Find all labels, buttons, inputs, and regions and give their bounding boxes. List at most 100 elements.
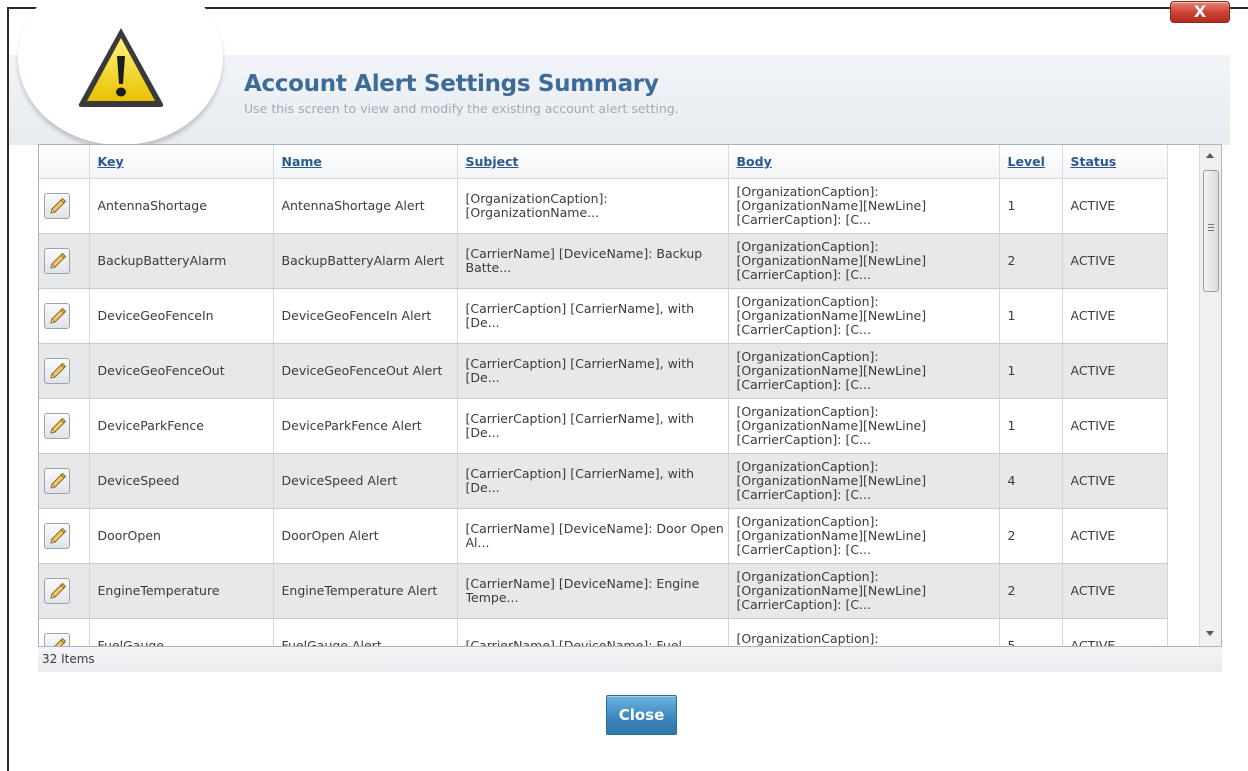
table-row[interactable]: DeviceGeoFenceOut DeviceGeoFenceOut Alert… [39, 343, 1168, 399]
edit-row-button[interactable] [44, 247, 70, 274]
edit-row-button[interactable] [44, 302, 70, 329]
cell-subject: [CarrierName] [DeviceName]: Backup Batte… [457, 233, 729, 289]
column-header-body[interactable]: Body [728, 145, 1000, 179]
table-row[interactable]: BackupBatteryAlarm BackupBatteryAlarm Ale… [39, 233, 1168, 289]
edit-cell [39, 453, 90, 509]
pencil-edit-icon [53, 637, 67, 646]
column-header-key[interactable]: Key [89, 145, 274, 179]
column-header-edit [39, 145, 90, 179]
cell-status: ACTIVE [1062, 233, 1168, 289]
cell-level: 5 [999, 618, 1063, 646]
key-text: BackupBatteryAlarm [97, 253, 227, 268]
edit-row-button[interactable] [44, 467, 70, 494]
level-text: 1 [1007, 418, 1016, 433]
cell-level: 2 [999, 508, 1063, 564]
body-text: [OrganizationCaption]: [OrganizationName… [736, 349, 927, 392]
status-text: ACTIVE [1070, 528, 1116, 543]
edit-row-button[interactable] [44, 577, 70, 604]
column-header-subject[interactable]: Subject [457, 145, 729, 179]
column-header-name[interactable]: Name [273, 145, 458, 179]
cell-key: DeviceSpeed [89, 453, 274, 509]
cell-name: DeviceSpeed Alert [273, 453, 458, 509]
status-text: ACTIVE [1070, 638, 1116, 647]
close-x-button[interactable]: X [1170, 1, 1230, 23]
table-row[interactable]: FuelGauge FuelGauge Alert [CarrierName] [D… [39, 618, 1168, 647]
cell-body: [OrganizationCaption]: [OrganizationName… [728, 288, 1000, 344]
edit-cell [39, 563, 90, 619]
level-text: 2 [1007, 253, 1016, 268]
cell-key: BackupBatteryAlarm [89, 233, 274, 289]
pencil-edit-icon [50, 417, 67, 434]
key-text: FuelGauge [97, 638, 165, 647]
edit-row-button[interactable] [44, 357, 70, 384]
edit-row-button[interactable] [44, 192, 70, 219]
cell-status: ACTIVE [1062, 563, 1168, 619]
cell-level: 4 [999, 453, 1063, 509]
cell-level: 1 [999, 343, 1063, 399]
cell-body: [OrganizationCaption]: [OrganizationName… [728, 453, 1000, 509]
cell-key: EngineTemperature [89, 563, 274, 619]
subject-text: [CarrierName] [DeviceName]: Backup Batte… [465, 246, 703, 275]
close-button[interactable]: Close [606, 695, 677, 735]
grid-footer: 32 Items [38, 647, 1222, 672]
body-text: [OrganizationCaption]: [OrganizationName… [736, 184, 927, 227]
status-text: ACTIVE [1070, 583, 1116, 598]
table-row[interactable]: DeviceParkFence DeviceParkFence Alert [Car… [39, 398, 1168, 454]
alert-settings-table: Key Name Subject Body Level Status AntennaSho… [39, 145, 1168, 647]
cell-level: 2 [999, 233, 1063, 289]
cell-subject: [CarrierCaption] [CarrierName], with [De… [457, 288, 729, 344]
subject-text: [CarrierName] [DeviceName]: Door Open Al… [465, 521, 724, 550]
edit-cell [39, 178, 90, 234]
cell-subject: [CarrierCaption] [CarrierName], with [De… [457, 398, 729, 454]
body-text: [OrganizationCaption]: [OrganizationName… [736, 239, 927, 282]
table-row[interactable]: DeviceSpeed DeviceSpeed Alert [CarrierCapt… [39, 453, 1168, 509]
cell-subject: [CarrierCaption] [CarrierName], with [De… [457, 343, 729, 399]
subject-text: [CarrierName] [DeviceName]: Engine Tempe… [465, 576, 700, 605]
cell-name: DoorOpen Alert [273, 508, 458, 564]
subject-text: [CarrierCaption] [CarrierName], with [De… [465, 356, 695, 385]
cell-level: 1 [999, 398, 1063, 454]
cell-name: BackupBatteryAlarm Alert [273, 233, 458, 289]
edit-row-button[interactable] [44, 522, 70, 549]
cell-level: 1 [999, 288, 1063, 344]
table-row[interactable]: DoorOpen DoorOpen Alert [CarrierName] [Dev… [39, 508, 1168, 564]
cell-name: DeviceGeoFenceIn Alert [273, 288, 458, 344]
table-row[interactable]: EngineTemperature EngineTemperature Alert… [39, 563, 1168, 619]
level-text: 1 [1007, 308, 1016, 323]
scrollbar-thumb[interactable] [1203, 170, 1219, 292]
name-text: AntennaShortage Alert [281, 198, 425, 213]
pencil-edit-icon [50, 362, 67, 379]
edit-cell [39, 618, 90, 646]
scroll-up-arrow-icon[interactable] [1206, 153, 1214, 158]
status-text: ACTIVE [1070, 253, 1116, 268]
page-title: Account Alert Settings Summary [244, 71, 659, 97]
cell-subject: [CarrierName] [DeviceName]: Door Open Al… [457, 508, 729, 564]
cell-name: AntennaShortage Alert [273, 178, 458, 234]
body-text: [OrganizationCaption]: [OrganizationName… [736, 294, 927, 337]
edit-cell [39, 233, 90, 289]
level-text: 1 [1007, 198, 1016, 213]
edit-row-button[interactable] [44, 632, 70, 646]
table-row[interactable]: AntennaShortage AntennaShortage Alert [Org… [39, 178, 1168, 234]
table-row[interactable]: DeviceGeoFenceIn DeviceGeoFenceIn Alert [C… [39, 288, 1168, 344]
name-text: DeviceParkFence Alert [281, 418, 422, 433]
cell-status: ACTIVE [1062, 178, 1168, 234]
pencil-edit-icon [50, 527, 67, 544]
key-text: AntennaShortage [97, 198, 207, 213]
scroll-down-arrow-icon[interactable] [1206, 631, 1214, 636]
vertical-scrollbar[interactable] [1199, 145, 1221, 646]
cell-key: DeviceParkFence [89, 398, 274, 454]
subject-text: [CarrierCaption] [CarrierName], with [De… [465, 301, 695, 330]
body-text: [OrganizationCaption]: [OrganizationName… [736, 404, 927, 447]
edit-row-button[interactable] [44, 412, 70, 439]
cell-subject: [CarrierName] [DeviceName]: Fuel [457, 618, 729, 646]
column-header-level[interactable]: Level [999, 145, 1063, 179]
key-text: DoorOpen [97, 528, 161, 543]
level-text: 1 [1007, 363, 1016, 378]
cell-level: 1 [999, 178, 1063, 234]
column-header-status[interactable]: Status [1062, 145, 1168, 179]
name-text: BackupBatteryAlarm Alert [281, 253, 445, 268]
edit-cell [39, 288, 90, 344]
level-text: 4 [1007, 473, 1016, 488]
edit-cell [39, 343, 90, 399]
